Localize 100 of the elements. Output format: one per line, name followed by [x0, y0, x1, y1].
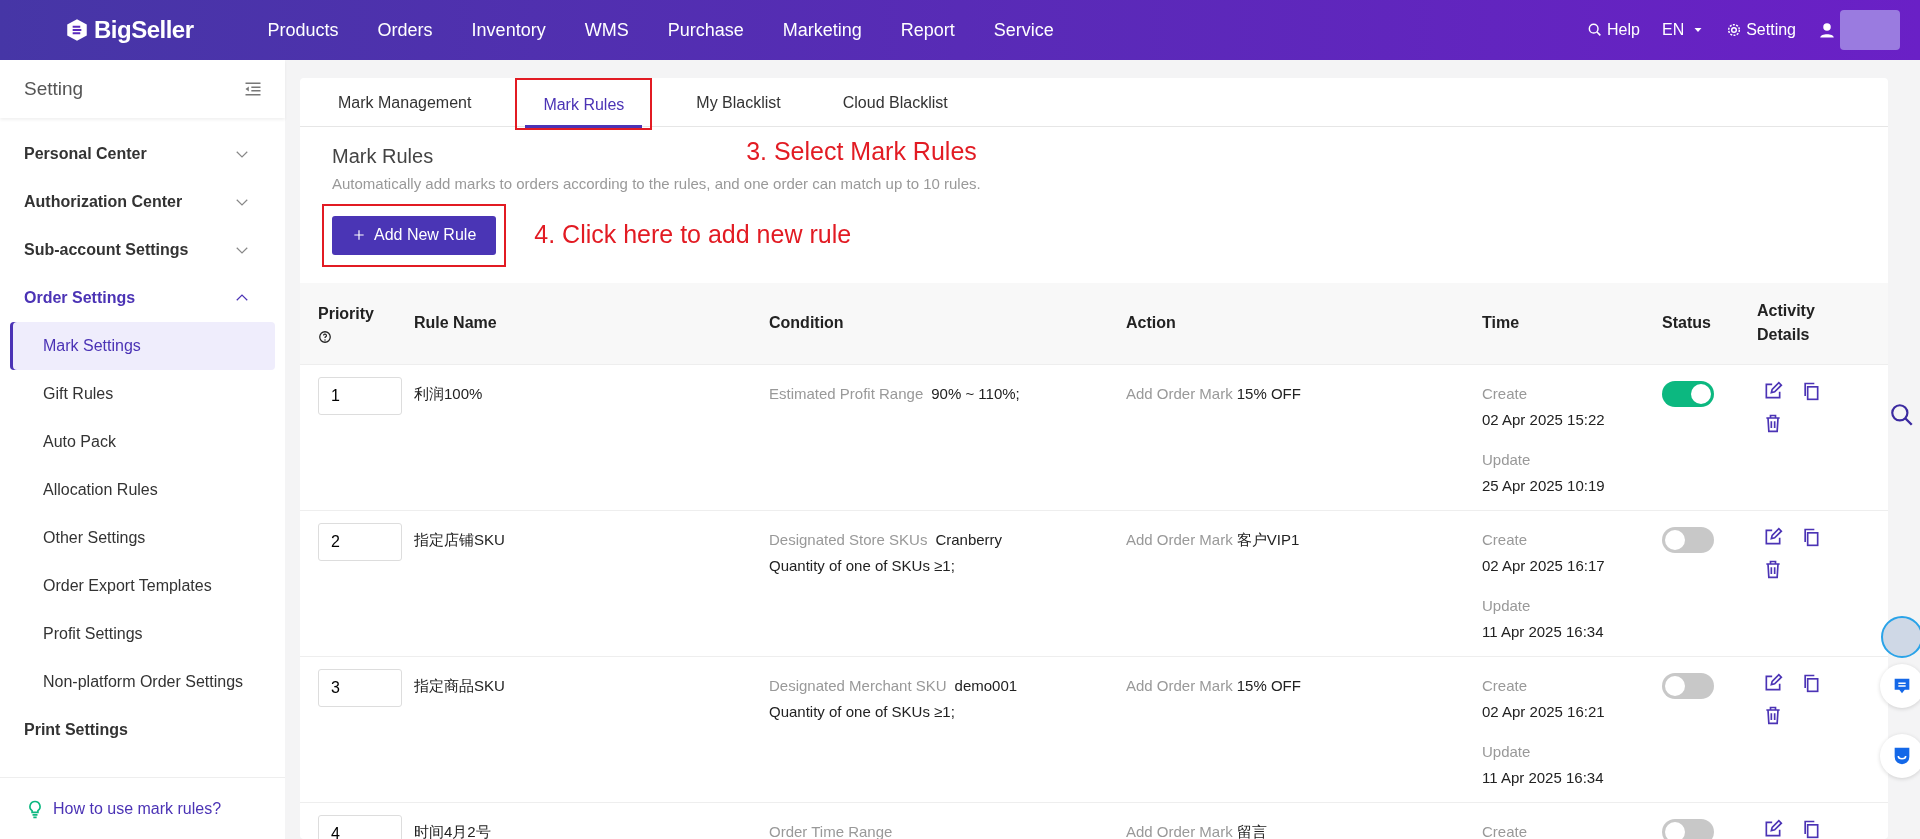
time-value: 02 Apr 2025 15:22 [1482, 409, 1606, 430]
sidebar-item[interactable]: Order Export Templates [10, 562, 275, 610]
action-label: Add Order Mark [1126, 383, 1233, 404]
copy-icon[interactable] [1801, 526, 1821, 547]
priority-input[interactable]: 4 [318, 814, 402, 839]
support-avatar[interactable] [1881, 616, 1920, 658]
feedback-button[interactable] [1880, 734, 1920, 778]
user-name-placeholder [1840, 10, 1900, 50]
nav-menu-item[interactable]: Report [900, 16, 955, 44]
condition-value: 90% ~ 110%; [931, 383, 1020, 404]
help-icon[interactable] [318, 330, 332, 344]
sidebar-group[interactable]: Order Settings [0, 274, 275, 322]
sidebar-item[interactable]: Mark Settings [10, 322, 275, 370]
search-icon[interactable] [1889, 402, 1915, 428]
condition-value: Quantity of one of SKUs ≥1; [769, 555, 955, 576]
annotation-text: 3. Select Mark Rules [746, 136, 977, 167]
tab[interactable]: Mark Rules [525, 82, 643, 128]
condition-value: demo001 [954, 675, 1018, 696]
time-value: 11 Apr 2025 16:34 [1482, 767, 1605, 788]
condition-value: Cranberry [935, 529, 1003, 550]
nav-menu-item[interactable]: Products [267, 16, 339, 44]
priority-input[interactable]: 3 [318, 668, 402, 707]
time-label: Create [1482, 529, 1529, 550]
delete-icon[interactable] [1763, 412, 1783, 433]
rule-name: 指定店铺SKU [414, 529, 506, 550]
copy-icon[interactable] [1801, 818, 1821, 839]
nav-menu-item[interactable]: WMS [584, 16, 629, 44]
language-dropdown[interactable]: EN [1661, 18, 1705, 42]
column-header: Activity Details [1757, 301, 1816, 345]
help-link[interactable]: How to use mark rules? [53, 796, 222, 821]
annotation-text: 4. Click here to add new rule [534, 219, 852, 251]
column-header: Action [1126, 313, 1176, 333]
page-description: Automatically add marks to orders according to the rules, and one order can match up to 10 rules. [331, 174, 982, 194]
column-header: Rule Name [414, 313, 497, 333]
delete-icon[interactable] [1763, 558, 1783, 579]
setting-button[interactable]: Setting [1726, 18, 1796, 42]
sidebar-group[interactable]: Authorization Center [0, 178, 275, 226]
status-toggle[interactable] [1662, 672, 1714, 699]
nav-menu-item[interactable]: Inventory [471, 16, 546, 44]
rule-name: 指定商品SKU [414, 675, 506, 696]
sidebar-item[interactable]: Allocation Rules [10, 466, 275, 514]
chat-button[interactable] [1880, 664, 1920, 708]
sidebar-item[interactable]: Other Settings [10, 514, 275, 562]
sidebar-group[interactable]: Personal Center [0, 130, 275, 178]
edit-icon[interactable] [1763, 526, 1783, 547]
time-value: 02 Apr 2025 16:21 [1482, 701, 1606, 722]
sidebar-title: Setting [24, 76, 84, 101]
sidebar-item[interactable]: Gift Rules [10, 370, 275, 418]
help-button[interactable]: Help [1587, 18, 1640, 42]
time-label: Create [1482, 821, 1529, 839]
nav-menu-item[interactable]: Service [993, 16, 1054, 44]
delete-icon[interactable] [1763, 704, 1783, 725]
status-toggle[interactable] [1662, 526, 1714, 553]
plus-icon [352, 228, 366, 242]
sidebar-item[interactable]: Non-platform Order Settings [10, 658, 275, 706]
time-value: 11 Apr 2025 16:34 [1482, 621, 1605, 642]
column-header: Status [1662, 313, 1711, 333]
edit-icon[interactable] [1763, 818, 1783, 839]
tab[interactable]: My Blacklist [678, 80, 799, 126]
user-icon[interactable] [1818, 21, 1836, 39]
status-toggle[interactable] [1662, 380, 1714, 407]
time-value: 02 Apr 2025 16:17 [1482, 555, 1606, 576]
copy-icon[interactable] [1801, 672, 1821, 693]
priority-input[interactable]: 1 [318, 376, 402, 415]
nav-menu-item[interactable]: Marketing [782, 16, 862, 44]
tab[interactable]: Mark Management [320, 80, 490, 126]
sidebar-item[interactable]: Profit Settings [10, 610, 275, 658]
condition-value: Quantity of one of SKUs ≥1; [769, 701, 955, 722]
condition-label: Designated Merchant SKU [769, 675, 947, 696]
priority-input[interactable]: 2 [318, 522, 402, 561]
status-toggle[interactable] [1662, 818, 1714, 839]
nav-menu-item[interactable]: Purchase [667, 16, 744, 44]
sidebar-item[interactable]: Auto Pack [10, 418, 275, 466]
nav-menu-item[interactable]: Orders [377, 16, 433, 44]
edit-icon[interactable] [1763, 380, 1783, 401]
column-header: Condition [769, 313, 844, 333]
collapse-menu-icon[interactable] [243, 79, 263, 99]
copy-icon[interactable] [1801, 380, 1821, 401]
action-label: Add Order Mark [1126, 529, 1233, 550]
mark-value: 客户VIP1 [1236, 529, 1300, 550]
mark-value: 15% OFF [1236, 675, 1301, 696]
mark-value: 15% OFF [1236, 383, 1301, 404]
time-label: Create [1482, 675, 1529, 696]
time-label: Create [1482, 383, 1529, 404]
tab[interactable]: Cloud Blacklist [824, 80, 966, 126]
condition-label: Estimated Profit Range [769, 383, 924, 404]
rule-name: 利润100% [414, 383, 484, 404]
action-label: Add Order Mark [1126, 675, 1233, 696]
condition-label: Designated Store SKUs [769, 529, 928, 550]
rule-name: 时间4月2号 [414, 821, 492, 839]
column-header: Priority [318, 304, 374, 324]
time-label: Update [1482, 741, 1532, 762]
settings-icon [1726, 22, 1743, 38]
sidebar-group[interactable]: Print Settings [0, 706, 275, 754]
add-rule-button[interactable]: Add New Rule [332, 215, 497, 255]
action-label: Add Order Mark [1126, 821, 1233, 839]
search-icon [1587, 22, 1604, 38]
sidebar-group[interactable]: Sub-account Settings [0, 226, 275, 274]
condition-label: Order Time Range [769, 821, 893, 839]
edit-icon[interactable] [1763, 672, 1783, 693]
